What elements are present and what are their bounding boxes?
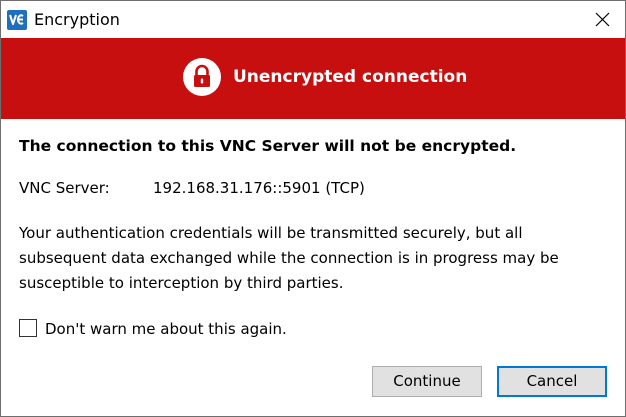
vnc-viewer-logo-icon [7, 10, 27, 30]
title-bar: Encryption [1, 1, 625, 38]
close-icon [595, 12, 610, 27]
server-address: 192.168.31.176::5901 (TCP) [153, 179, 365, 197]
description-line: Your authentication credentials will be … [19, 224, 523, 242]
lock-icon [183, 58, 221, 96]
continue-button[interactable]: Continue [372, 366, 482, 397]
description-line: subsequent data exchanged while the conn… [19, 249, 559, 267]
warning-heading: The connection to this VNC Server will n… [19, 137, 517, 155]
dont-warn-checkbox-label[interactable]: Don't warn me about this again. [45, 317, 287, 341]
warning-description: Your authentication credentials will be … [19, 221, 615, 296]
close-button[interactable] [579, 1, 625, 38]
warning-banner: Unencrypted connection [1, 38, 625, 119]
description-line: susceptible to interception by third par… [19, 274, 344, 292]
dont-warn-checkbox[interactable] [19, 319, 37, 337]
encryption-dialog: Encryption Unencrypted connection The co… [0, 0, 626, 417]
server-label: VNC Server: [19, 179, 110, 197]
window-title: Encryption [34, 10, 120, 29]
cancel-button[interactable]: Cancel [497, 366, 607, 397]
banner-title: Unencrypted connection [233, 67, 468, 87]
